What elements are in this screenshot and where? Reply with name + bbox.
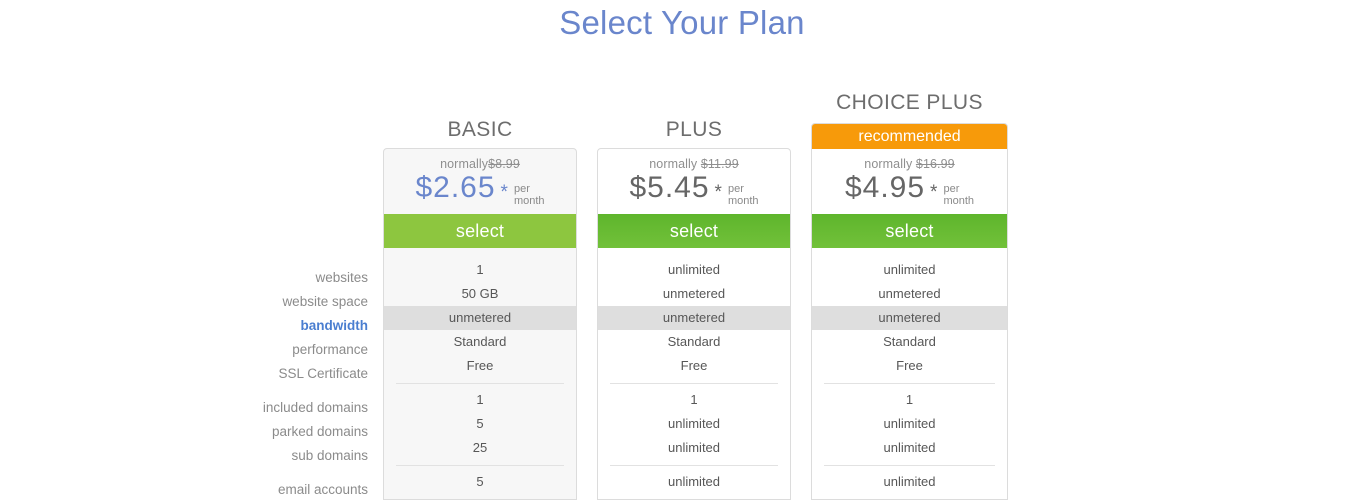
- feature-value-websites: unlimited: [667, 262, 721, 277]
- label-group-spacer-2: [160, 468, 368, 478]
- feature-label-included-domains: included domains: [262, 400, 368, 415]
- feature-group-separator: [610, 383, 778, 384]
- feature-group-separator: [824, 383, 995, 384]
- plan-name-choice-plus: CHOICE PLUS: [836, 91, 983, 114]
- features-plus: unlimited unmetered unmetered Standard F…: [598, 248, 790, 494]
- recommended-badge: recommended: [812, 124, 1007, 149]
- feature-value-ssl-certificate: Free: [680, 358, 708, 373]
- price-period-basic: per month: [513, 183, 545, 207]
- plan-cards: normally$8.99 $2.65 * per month select 1 …: [383, 123, 1008, 500]
- feature-value-included-domains: 1: [476, 392, 484, 407]
- price-block-basic: normally$8.99 $2.65 * per month: [384, 149, 576, 214]
- feature-label-websites: websites: [315, 270, 368, 285]
- select-button-plus[interactable]: select: [598, 214, 790, 248]
- page-title: Select Your Plan: [559, 4, 805, 41]
- feature-value-email-accounts: 5: [476, 474, 484, 489]
- price-line-plus: $5.45 * per month: [598, 173, 790, 212]
- select-button-choice-plus[interactable]: select: [812, 214, 1007, 248]
- price-asterisk-basic: *: [500, 182, 508, 203]
- feature-value-parked-domains: 5: [476, 416, 484, 431]
- feature-label-parked-domains: parked domains: [271, 424, 368, 439]
- normally-struck-price: $8.99: [488, 157, 520, 171]
- period-per: per: [727, 183, 744, 195]
- feature-group-separator-2: [396, 465, 564, 466]
- feature-value-email-accounts: unlimited: [883, 474, 936, 489]
- pricing-page: Select Your Plan BASIC PLUS CHOICE PLUS …: [0, 0, 1364, 500]
- feature-value-sub-domains: unlimited: [883, 440, 936, 455]
- normally-struck-price: $16.99: [915, 157, 955, 171]
- period-per: per: [513, 183, 530, 195]
- feature-group-separator-2: [824, 465, 995, 466]
- price-line-basic: $2.65 * per month: [384, 173, 576, 212]
- feature-group-separator-2: [610, 465, 778, 466]
- feature-value-bandwidth: unmetered: [598, 306, 790, 330]
- feature-value-sub-domains: unlimited: [667, 440, 721, 455]
- price-period-plus: per month: [727, 183, 759, 207]
- normally-label: normally: [440, 157, 489, 171]
- select-button-basic[interactable]: select: [384, 214, 576, 248]
- feature-value-parked-domains: unlimited: [883, 416, 936, 431]
- feature-value-websites: 1: [476, 262, 484, 277]
- feature-value-website-space: 50 GB: [461, 286, 499, 301]
- normally-price-plus: normally $11.99: [598, 157, 790, 171]
- feature-label-bandwidth[interactable]: bandwidth: [160, 314, 369, 338]
- feature-value-website-space: unmetered: [662, 286, 726, 301]
- price-asterisk-choice-plus: *: [930, 182, 938, 203]
- price-period-choice-plus: per month: [943, 183, 975, 207]
- price-amount-plus: $5.45: [629, 171, 710, 204]
- normally-label: normally: [864, 157, 913, 171]
- feature-value-websites: unlimited: [883, 262, 936, 277]
- normally-struck-price: $11.99: [700, 157, 739, 171]
- plan-card-basic[interactable]: normally$8.99 $2.65 * per month select 1 …: [383, 148, 577, 500]
- price-block-plus: normally $11.99 $5.45 * per month: [598, 149, 790, 214]
- feature-value-ssl-certificate: Free: [466, 358, 494, 373]
- feature-label-ssl-certificate: SSL Certificate: [278, 366, 368, 381]
- period-month: month: [513, 194, 545, 207]
- feature-label-sub-domains: sub domains: [291, 448, 368, 463]
- features-basic: 1 50 GB unmetered Standard Free 1 5 25 5: [384, 248, 576, 494]
- plan-card-plus[interactable]: normally $11.99 $5.45 * per month select …: [597, 148, 791, 500]
- feature-value-bandwidth: unmetered: [384, 306, 576, 330]
- feature-value-email-accounts: unlimited: [667, 474, 721, 489]
- feature-value-performance: Standard: [883, 334, 936, 349]
- label-group-spacer: [160, 386, 368, 396]
- price-block-choice-plus: normally $16.99 $4.95 * per month: [812, 149, 1007, 214]
- feature-value-ssl-certificate: Free: [896, 358, 923, 373]
- feature-value-parked-domains: unlimited: [667, 416, 721, 431]
- price-asterisk-plus: *: [714, 182, 722, 203]
- period-month: month: [943, 194, 975, 207]
- normally-label: normally: [649, 157, 698, 171]
- period-per: per: [943, 183, 960, 195]
- price-amount-choice-plus: $4.95: [844, 171, 926, 204]
- feature-value-included-domains: 1: [905, 392, 914, 407]
- feature-value-sub-domains: 25: [472, 440, 488, 455]
- normally-price-basic: normally$8.99: [384, 157, 576, 171]
- period-month: month: [727, 194, 759, 207]
- feature-value-website-space: unmetered: [878, 286, 941, 301]
- feature-value-performance: Standard: [453, 334, 507, 349]
- price-line-choice-plus: $4.95 * per month: [812, 173, 1007, 212]
- feature-label-website-space: website space: [282, 294, 368, 309]
- feature-value-performance: Standard: [667, 334, 721, 349]
- feature-group-separator: [396, 383, 564, 384]
- feature-label-performance: performance: [292, 342, 368, 357]
- feature-label-email-accounts: email accounts: [277, 482, 368, 497]
- feature-label-column: websites website space bandwidth perform…: [160, 266, 368, 500]
- plan-card-choice-plus[interactable]: recommended normally $16.99 $4.95 * per m…: [811, 123, 1008, 500]
- feature-value-included-domains: 1: [690, 392, 698, 407]
- features-choice-plus: unlimited unmetered unmetered Standard F…: [812, 248, 1007, 494]
- normally-price-choice-plus: normally $16.99: [812, 157, 1007, 171]
- price-amount-basic: $2.65: [415, 171, 496, 204]
- feature-value-bandwidth: unmetered: [812, 306, 1007, 330]
